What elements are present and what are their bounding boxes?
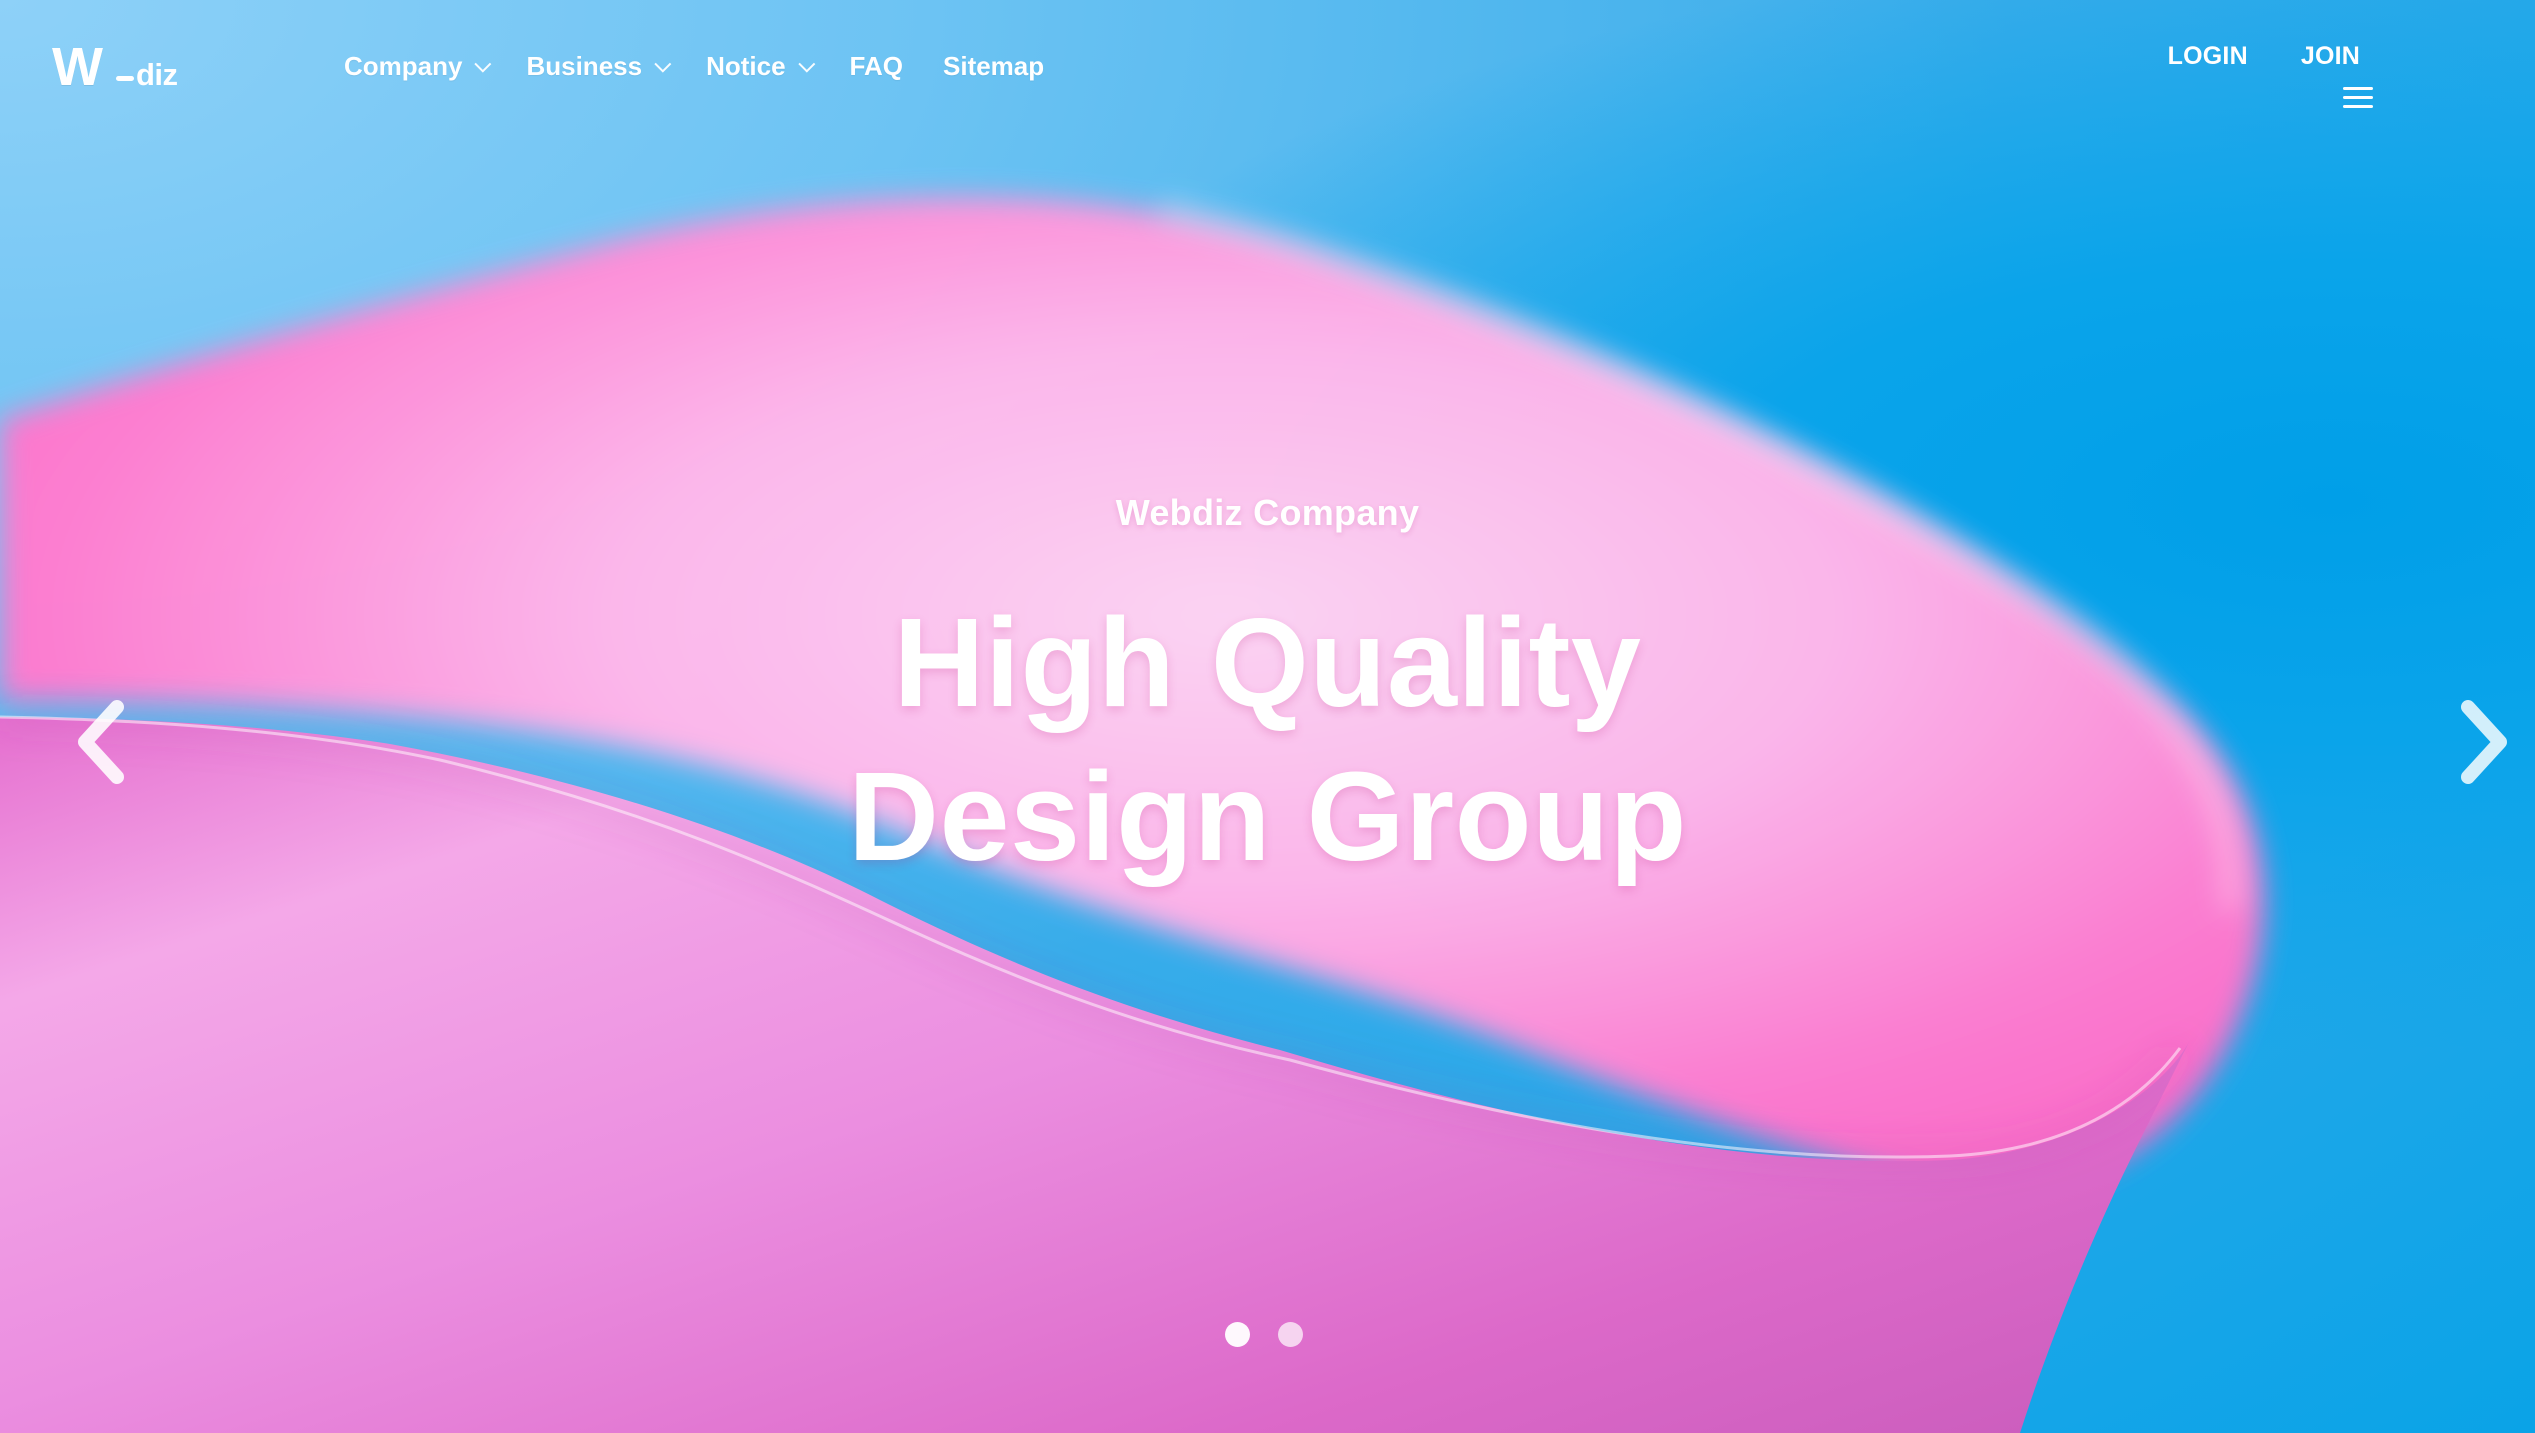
carousel-prev-button[interactable] (67, 697, 137, 787)
carousel-next-button[interactable] (2448, 697, 2518, 787)
carousel-dot-2[interactable] (1278, 1322, 1303, 1347)
nav-item-notice[interactable]: Notice (706, 51, 815, 82)
main-navigation: Company Business Notice FAQ Sitemap (344, 51, 1044, 82)
chevron-down-icon (474, 55, 492, 73)
nav-item-label: Notice (706, 51, 786, 81)
nav-item-label: Company (344, 51, 463, 81)
logo-mark: W (52, 37, 103, 97)
nav-item-label: Business (526, 51, 643, 81)
chevron-down-icon (654, 55, 672, 73)
nav-item-label: Sitemap (943, 51, 1045, 81)
nav-item-label: FAQ (849, 51, 903, 81)
landing-page: W diz Company Business Notice FAQ Sitema… (0, 0, 2535, 1433)
site-header: W diz Company Business Notice FAQ Sitema… (0, 0, 2535, 140)
hero-background-art (0, 197, 2264, 1433)
nav-item-company[interactable]: Company (344, 51, 492, 82)
auth-links: LOGIN JOIN (2168, 42, 2373, 108)
nav-item-faq[interactable]: FAQ (850, 51, 903, 82)
nav-item-sitemap[interactable]: Sitemap (943, 51, 1044, 82)
chevron-left-icon (78, 700, 124, 784)
logo-dash (116, 76, 134, 81)
carousel-dot-1[interactable] (1225, 1322, 1250, 1347)
hamburger-menu-icon[interactable] (2343, 87, 2373, 112)
carousel-pagination (1225, 1322, 1303, 1347)
chevron-right-icon (2461, 700, 2507, 784)
logo-suffix: diz (136, 57, 178, 92)
chevron-down-icon (797, 55, 815, 73)
join-link[interactable]: JOIN (2301, 42, 2360, 71)
brand-logo[interactable]: W diz (52, 37, 182, 97)
nav-item-business[interactable]: Business (526, 51, 672, 82)
login-link[interactable]: LOGIN (2168, 42, 2248, 71)
